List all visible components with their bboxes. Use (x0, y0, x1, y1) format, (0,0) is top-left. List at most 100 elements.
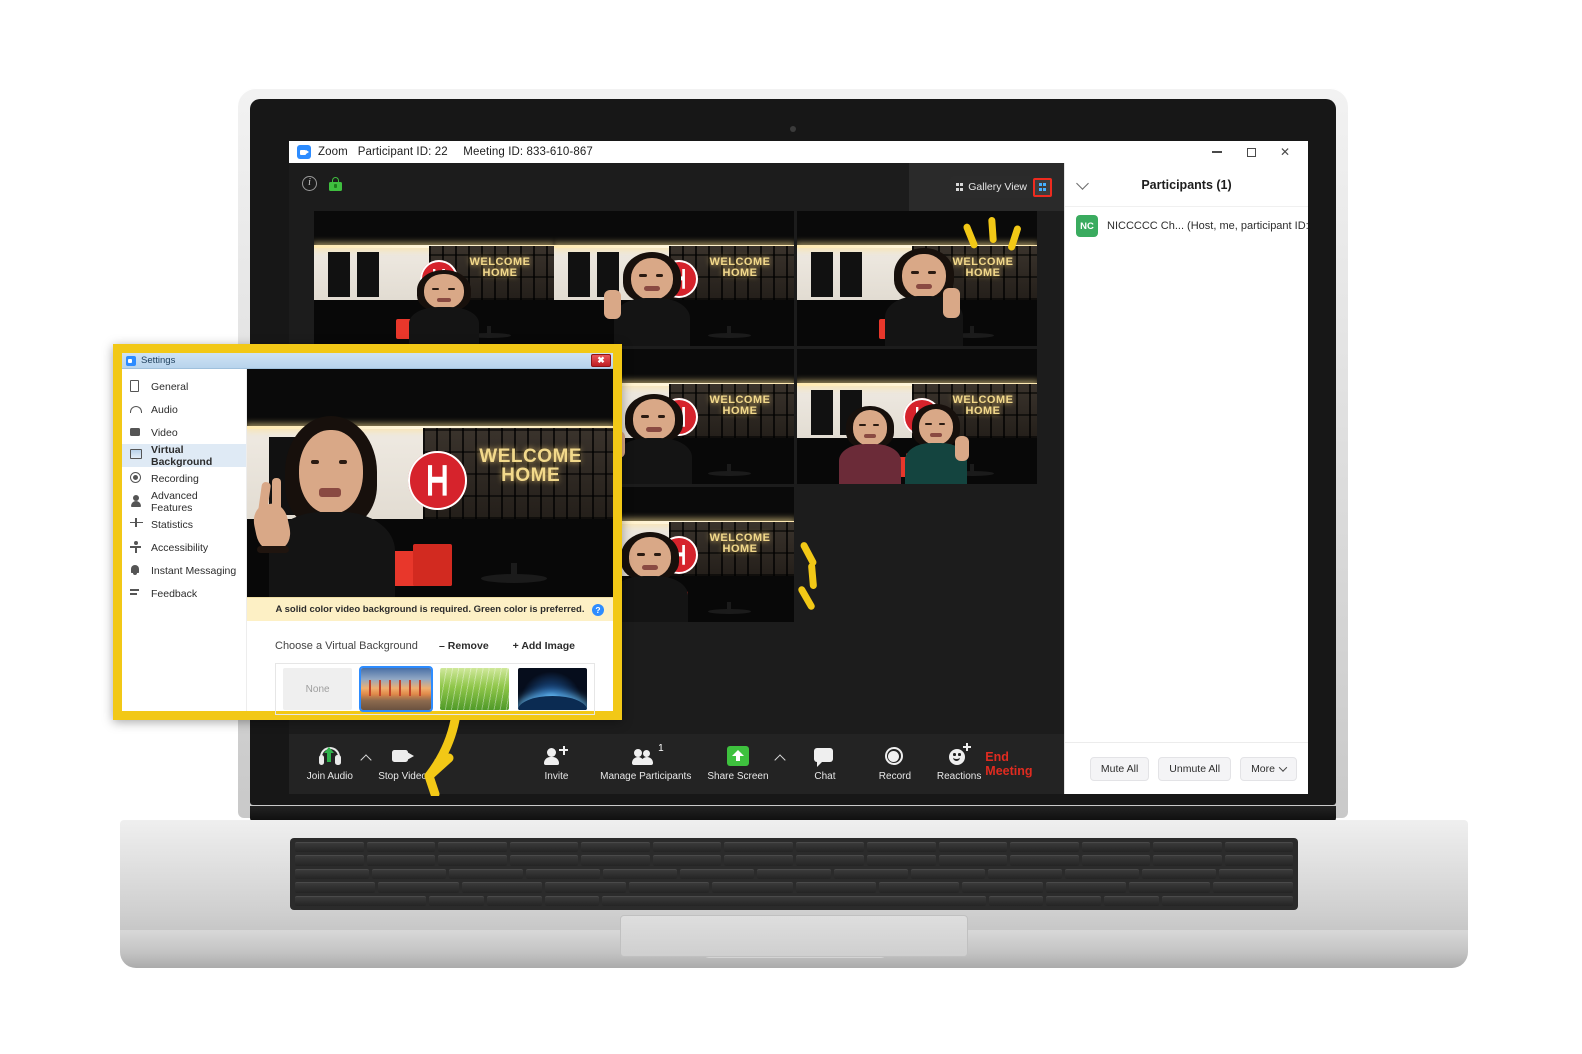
settings-nav-item-advanced-features[interactable]: Advanced Features (122, 490, 246, 514)
add-person-icon (544, 745, 569, 766)
settings-body: General Audio Video Virtual Background R… (122, 369, 613, 715)
video-tile[interactable]: WELCOME HOME (797, 211, 1037, 346)
notice-text: A solid color video background is requir… (275, 604, 585, 615)
unmute-all-button[interactable]: Unmute All (1158, 756, 1232, 781)
record-button[interactable]: Record (869, 734, 921, 794)
keyboard-key (911, 868, 985, 880)
webcam-dot (790, 126, 796, 132)
avatar: NC (1076, 215, 1098, 237)
keyboard-row (295, 895, 1293, 906)
people-icon: 1 (631, 743, 664, 766)
end-meeting-button[interactable]: End Meeting (985, 750, 1046, 778)
more-button[interactable]: More (1240, 756, 1297, 781)
info-icon[interactable]: i (302, 176, 317, 191)
settings-nav-label: Instant Messaging (151, 564, 237, 577)
reactions-button[interactable]: Reactions (933, 734, 985, 794)
mute-all-button[interactable]: Mute All (1089, 756, 1150, 781)
sign-line-2: HOME (722, 543, 758, 556)
manage-participants-label: Manage Participants (600, 771, 692, 782)
gallery-view-active-icon[interactable] (1033, 177, 1052, 197)
virtual-background-thumb-space[interactable] (517, 668, 587, 710)
keyboard-key (867, 842, 936, 853)
chat-button[interactable]: Chat (799, 734, 851, 794)
keyboard-key (295, 868, 369, 880)
keyboard-key (724, 842, 793, 853)
help-icon[interactable]: ? (592, 603, 604, 616)
share-screen-button[interactable]: Share Screen (705, 734, 771, 794)
keyboard-key (461, 882, 543, 893)
add-image-button[interactable]: + Add Image (513, 640, 575, 652)
virtual-background-thumb-none[interactable]: None (283, 668, 353, 710)
audio-options-caret[interactable] (357, 734, 375, 794)
settings-titlebar: Settings ✖ (122, 353, 613, 369)
video-tile[interactable]: WELCOME HOME (797, 349, 1037, 484)
video-tile[interactable]: WELCOME HOME (314, 211, 554, 346)
title-app: Zoom (318, 146, 348, 158)
keyboard-key (1046, 895, 1101, 906)
settings-nav-item-video[interactable]: Video (122, 421, 246, 444)
annotation-sparkle (807, 562, 818, 590)
invite-button[interactable]: Invite (530, 734, 582, 794)
participant-figure (608, 392, 692, 484)
share-options-caret[interactable] (771, 734, 789, 794)
participant-figure (604, 530, 688, 622)
manage-participants-button[interactable]: 1 Manage Participants (600, 734, 691, 794)
keyboard-key (795, 882, 876, 893)
keyboard-key (988, 895, 1044, 906)
settings-nav-item-statistics[interactable]: Statistics (122, 513, 246, 536)
reactions-icon (947, 743, 972, 766)
settings-nav-item-audio[interactable]: Audio (122, 398, 246, 421)
join-audio-button[interactable]: Join Audio (303, 734, 357, 794)
settings-nav-item-recording[interactable]: Recording (122, 467, 246, 490)
keyboard-key (487, 895, 542, 906)
settings-nav-item-general[interactable]: General (122, 375, 246, 398)
laptop-keyboard (290, 838, 1298, 910)
keyboard-key (509, 842, 578, 853)
settings-nav-item-virtual-background[interactable]: Virtual Background (122, 444, 246, 468)
participant-figure (839, 404, 901, 484)
annotation-arrow (424, 718, 460, 796)
settings-title: Settings (141, 355, 176, 366)
settings-close-button[interactable]: ✖ (591, 354, 611, 367)
share-screen-label: Share Screen (707, 771, 769, 782)
accessibility-icon (130, 541, 143, 554)
keyboard-key (1045, 882, 1127, 893)
keyboard-key (652, 842, 721, 853)
keyboard-key (878, 882, 960, 893)
virtual-background-notice: A solid color video background is requir… (247, 597, 613, 621)
keyboard-key (1219, 868, 1293, 880)
lock-icon (329, 176, 342, 191)
keyboard-key (1212, 882, 1294, 893)
thumb-none-label: None (305, 683, 330, 695)
virtual-background-thumb-bridge[interactable] (359, 666, 433, 712)
close-button[interactable]: ✕ (1268, 141, 1302, 163)
keyboard-key (1129, 882, 1210, 893)
gallery-view-button[interactable]: Gallery View (955, 181, 1027, 193)
keyboard-key (1081, 855, 1150, 866)
gallery-view-control[interactable]: Gallery View (949, 176, 1054, 198)
keyboard-key (988, 868, 1062, 880)
keyboard-key (1153, 855, 1222, 866)
keyboard-key (795, 842, 864, 853)
sign-line-2: HOME (501, 464, 561, 486)
virtual-background-thumb-grass[interactable] (439, 668, 509, 710)
virtual-background-thumbnails: None (275, 663, 595, 715)
keyboard-row (295, 855, 1293, 866)
chat-label: Chat (814, 771, 836, 782)
participant-name: NICCCCC Ch... (Host, me, participant ID:… (1107, 220, 1308, 232)
minimize-button[interactable] (1200, 141, 1234, 163)
settings-nav-item-feedback[interactable]: Feedback (122, 582, 246, 605)
video-tile[interactable]: WELCOME HOME (554, 211, 794, 346)
keyboard-row (295, 868, 1293, 880)
participants-header: Participants (1) (1065, 163, 1308, 207)
participant-row[interactable]: NC NICCCCC Ch... (Host, me, participant … (1065, 207, 1308, 245)
participant-figure (885, 246, 963, 346)
remove-background-button[interactable]: – Remove (439, 640, 489, 652)
keyboard-key (724, 855, 793, 866)
keyboard-key (366, 842, 435, 853)
maximize-button[interactable] (1234, 141, 1268, 163)
settings-nav-item-accessibility[interactable]: Accessibility (122, 536, 246, 559)
settings-nav-item-instant-messaging[interactable]: Instant Messaging (122, 559, 246, 582)
title-participant-id: Participant ID: 22 (357, 146, 448, 158)
keyboard-key (581, 855, 650, 866)
